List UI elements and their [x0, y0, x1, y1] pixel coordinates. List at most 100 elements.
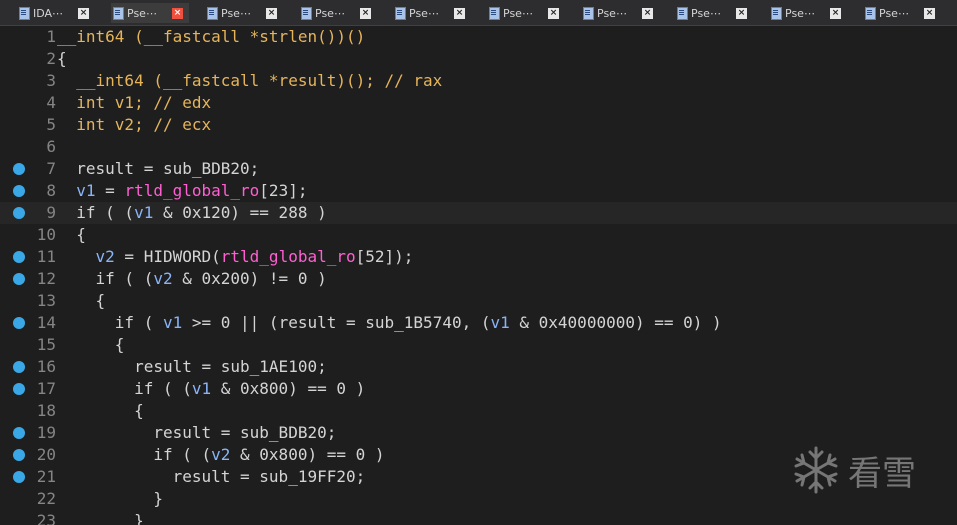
code-line[interactable]: 16 result = sub_1AE100; — [0, 356, 957, 378]
code-token: result = sub_19FF20; — [57, 467, 366, 486]
breakpoint-marker-icon[interactable] — [13, 251, 25, 263]
code-token: [23]; — [259, 181, 308, 200]
tab-close-icon[interactable]: × — [642, 7, 653, 19]
code-line[interactable]: 3 __int64 (__fastcall *result)(); // rax — [0, 70, 957, 92]
code-text: if ( v1 >= 0 || (result = sub_1B5740, (v… — [57, 312, 722, 334]
code-token: { — [57, 335, 125, 354]
pseudocode-tab-icon — [395, 7, 406, 20]
line-number: 17 — [36, 379, 56, 398]
pseudocode-tab-icon — [301, 7, 312, 20]
code-text: if ( (v1 & 0x800) == 0 ) — [57, 378, 365, 400]
tab-close-icon[interactable]: × — [172, 7, 183, 19]
tab-bar: IDA⋯ × Pse⋯ × Pse⋯ × Pse⋯ × Pse⋯ × Pse⋯ × Pse⋯ × Pse⋯ ×… — [0, 0, 957, 26]
tab-9[interactable]: Pse⋯ × — [769, 3, 847, 23]
tab-5[interactable]: Pse⋯ × — [393, 3, 471, 23]
code-token: & 0x800) == 0 ) — [230, 445, 385, 464]
breakpoint-marker-icon[interactable] — [13, 427, 25, 439]
breakpoint-marker-icon[interactable] — [13, 361, 25, 373]
line-number: 13 — [36, 291, 56, 310]
tab-4[interactable]: Pse⋯ × — [299, 3, 377, 23]
line-number: 1 — [46, 27, 56, 46]
code-token: & 0x200) != 0 ) — [172, 269, 327, 288]
tab-close-icon[interactable]: × — [736, 7, 747, 19]
breakpoint-marker-icon[interactable] — [13, 163, 25, 175]
tab-label: Pse⋯ — [127, 6, 157, 20]
line-number: 12 — [36, 269, 56, 288]
breakpoint-marker-icon[interactable] — [13, 185, 25, 197]
tab-close-icon[interactable]: × — [548, 7, 559, 19]
code-token: { — [57, 49, 67, 68]
code-token: = — [95, 181, 125, 200]
tab-label: Pse⋯ — [221, 6, 251, 20]
tab-2[interactable]: Pse⋯ × — [111, 3, 189, 23]
code-line[interactable]: 18 { — [0, 400, 957, 422]
code-line[interactable]: 15 { — [0, 334, 957, 356]
tab-6[interactable]: Pse⋯ × — [487, 3, 565, 23]
pseudocode-tab-icon — [113, 7, 124, 20]
tab-close-icon[interactable]: × — [830, 7, 841, 19]
tab-close-icon[interactable]: × — [266, 7, 277, 19]
tab-close-icon[interactable]: × — [924, 7, 935, 19]
breakpoint-marker-icon[interactable] — [13, 383, 25, 395]
pseudocode-tab-icon — [583, 7, 594, 20]
pseudocode-tab-icon — [865, 7, 876, 20]
code-line[interactable]: 5 int v2; // ecx — [0, 114, 957, 136]
tab-1[interactable]: IDA⋯ × — [17, 3, 95, 23]
tab-close-icon[interactable]: × — [454, 7, 465, 19]
code-line[interactable]: 13 { — [0, 290, 957, 312]
code-token: v1 — [162, 313, 183, 332]
code-line[interactable]: 17 if ( (v1 & 0x800) == 0 ) — [0, 378, 957, 400]
breakpoint-marker-icon[interactable] — [13, 449, 25, 461]
tab-3[interactable]: Pse⋯ × — [205, 3, 283, 23]
pseudocode-tab-icon — [771, 7, 782, 20]
code-token: v1 — [134, 203, 154, 222]
code-text: { — [57, 334, 125, 356]
code-line[interactable]: 14 if ( v1 >= 0 || (result = sub_1B5740,… — [0, 312, 957, 334]
tab-close-icon[interactable]: × — [78, 7, 89, 19]
code-line[interactable]: 4 int v1; // edx — [0, 92, 957, 114]
line-number: 2 — [46, 49, 56, 68]
code-text: { — [57, 400, 144, 422]
line-number: 9 — [46, 203, 56, 222]
watermark: 看雪 — [790, 440, 940, 500]
code-text: __int64 (__fastcall *strlen())() — [57, 26, 365, 48]
line-number: 8 — [46, 181, 56, 200]
code-text: result = sub_1AE100; — [57, 356, 327, 378]
code-line[interactable]: 6 — [0, 136, 957, 158]
code-line[interactable]: 12 if ( (v2 & 0x200) != 0 ) — [0, 268, 957, 290]
code-text: int v2; // ecx — [57, 114, 211, 136]
tab-10[interactable]: Pse⋯ × — [863, 3, 941, 23]
tab-7[interactable]: Pse⋯ × — [581, 3, 659, 23]
code-token: v2 — [153, 269, 173, 288]
breakpoint-marker-icon[interactable] — [13, 273, 25, 285]
code-token: __int64 (__fastcall *strlen())() — [57, 27, 366, 46]
code-line[interactable]: 23 } — [0, 510, 957, 525]
code-line[interactable]: 10 { — [0, 224, 957, 246]
tab-8[interactable]: Pse⋯ × — [675, 3, 753, 23]
code-token: v1 — [191, 379, 212, 398]
tab-label: IDA⋯ — [33, 6, 64, 20]
tab-label: Pse⋯ — [503, 6, 533, 20]
code-line[interactable]: 9 if ( (v1 & 0x120) == 288 ) — [0, 202, 957, 224]
code-line[interactable]: 11 v2 = HIDWORD(rtld_global_ro[52]); — [0, 246, 957, 268]
code-line[interactable]: 7 result = sub_BDB20; — [0, 158, 957, 180]
breakpoint-marker-icon[interactable] — [13, 317, 25, 329]
code-token: result = sub_BDB20; — [57, 159, 260, 178]
code-line[interactable]: 2{ — [0, 48, 957, 70]
line-number: 6 — [46, 137, 56, 156]
breakpoint-marker-icon[interactable] — [13, 207, 25, 219]
code-token: { — [57, 291, 106, 310]
breakpoint-marker-icon[interactable] — [13, 471, 25, 483]
code-text: result = sub_BDB20; — [57, 422, 336, 444]
code-text: result = sub_BDB20; — [57, 158, 259, 180]
watermark-label: 看雪 — [848, 453, 916, 494]
code-line[interactable]: 1 __int64 (__fastcall *strlen())() — [0, 26, 957, 48]
tab-close-icon[interactable]: × — [360, 7, 371, 19]
code-token: rtld_global_ro — [220, 247, 356, 266]
line-number: 3 — [46, 71, 56, 90]
code-text: { — [57, 224, 86, 246]
line-number: 7 — [46, 159, 56, 178]
code-token: = HIDWORD( — [114, 247, 221, 266]
code-line[interactable]: 8 v1 = rtld_global_ro[23]; — [0, 180, 957, 202]
